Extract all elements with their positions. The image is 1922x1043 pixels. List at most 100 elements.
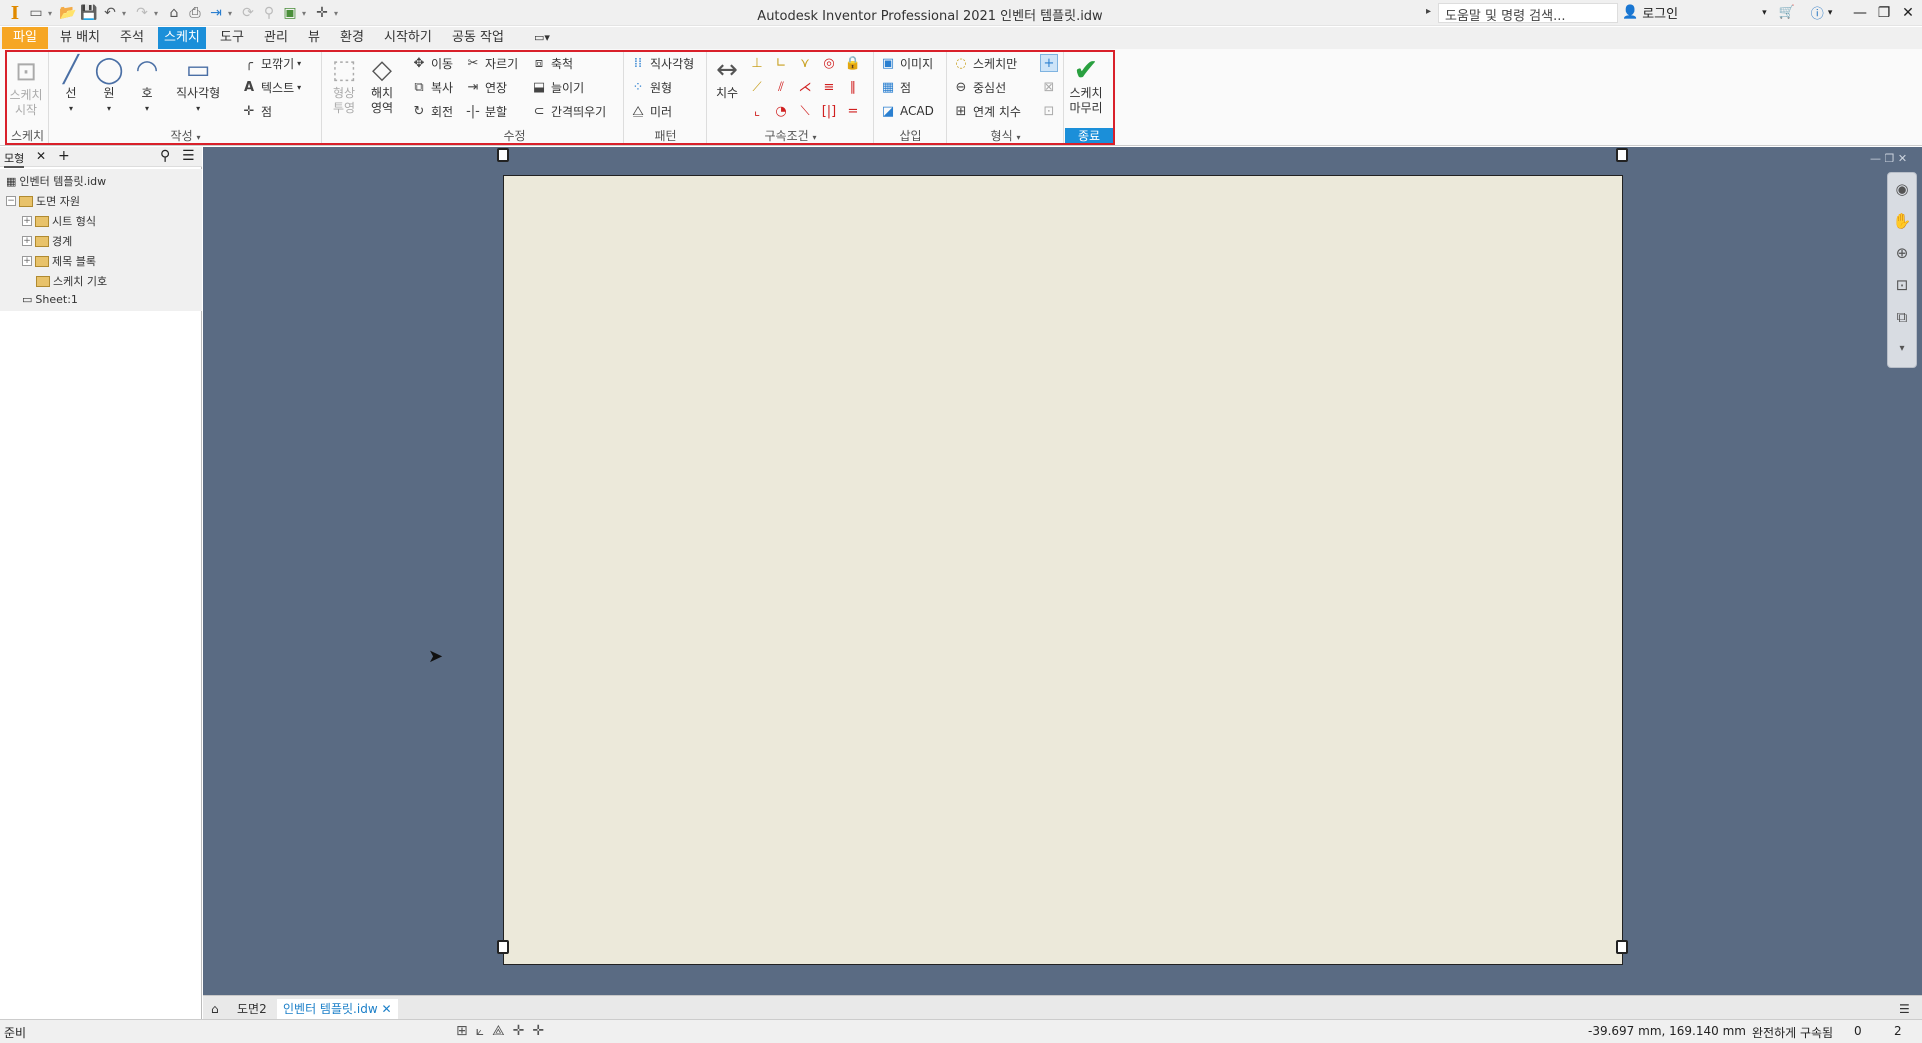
zoom-all-icon[interactable]: ⊡ bbox=[1888, 269, 1916, 301]
update-icon[interactable]: ⟳ bbox=[239, 4, 257, 22]
tab-get-started[interactable]: 시작하기 bbox=[378, 27, 438, 49]
tab-sketch[interactable]: 스케치 bbox=[158, 27, 206, 49]
help-dropdown-icon[interactable]: ▾ bbox=[1828, 8, 1833, 18]
appearance-icon[interactable]: ▣ bbox=[281, 4, 299, 22]
open-file-icon[interactable]: 📂 bbox=[59, 4, 77, 22]
return-icon[interactable]: ⇥ bbox=[207, 4, 225, 22]
tab-annotate[interactable]: 주석 bbox=[114, 27, 150, 49]
folder-icon bbox=[35, 235, 49, 247]
pan-icon[interactable]: ✋ bbox=[1888, 205, 1916, 237]
customize-dropdown-icon[interactable]: ▾ bbox=[334, 9, 342, 18]
new-dropdown-icon[interactable]: ▾ bbox=[48, 9, 56, 18]
viewport-minimize-icon[interactable]: — bbox=[1870, 152, 1881, 165]
tree-item-borders[interactable]: + 경계 bbox=[22, 233, 72, 249]
home-icon[interactable]: ⌂ bbox=[165, 4, 183, 22]
viewport-controls: — ❐ ✕ bbox=[1870, 152, 1907, 165]
appearance-dropdown-icon[interactable]: ▾ bbox=[302, 9, 310, 18]
viewport-close-icon[interactable]: ✕ bbox=[1898, 152, 1907, 165]
tree-item-label: 경계 bbox=[52, 235, 73, 248]
tree-item-sheet[interactable]: ▭ Sheet:1 bbox=[22, 293, 78, 306]
doc-tab-template[interactable]: 인벤터 템플릿.idw ✕ bbox=[277, 999, 398, 1019]
login-area[interactable]: 👤 로그인 ▾ 🛒 ⓘ ▾ bbox=[1622, 3, 1832, 22]
window-controls: — ❐ ✕ bbox=[1848, 2, 1920, 24]
home-tab-icon[interactable]: ⌂ bbox=[205, 999, 225, 1019]
tree-item-sheet-formats[interactable]: + 시트 형식 bbox=[22, 213, 96, 229]
tree-item-label: 도면 자원 bbox=[36, 195, 80, 208]
tree-item-drawing-resources[interactable]: − 도면 자원 bbox=[6, 193, 80, 209]
viewport-restore-icon[interactable]: ❐ bbox=[1885, 152, 1895, 165]
status-count-1: 0 bbox=[1854, 1024, 1862, 1038]
navigation-bar: ◉ ✋ ⊕ ⊡ ⧉ ▾ bbox=[1887, 172, 1917, 368]
redo-dropdown-icon[interactable]: ▾ bbox=[154, 9, 162, 18]
doc-tab-template-label: 인벤터 템플릿.idw bbox=[283, 1002, 378, 1016]
quick-access-toolbar: I ▭ ▾ 📂 💾 ↶ ▾ ↷ ▾ ⌂ ⎙ ⇥ ▾ ⟳ ⚲ ▣ ▾ ✛ ▾ bbox=[6, 3, 342, 24]
tree-root[interactable]: ▦ 인벤터 템플릿.idw bbox=[6, 173, 106, 189]
ribbon-display-toggle-icon[interactable]: ▭▾ bbox=[528, 27, 556, 49]
cart-icon[interactable]: 🛒 bbox=[1779, 5, 1795, 20]
tab-manage[interactable]: 관리 bbox=[258, 27, 294, 49]
tree-item-label: Sheet:1 bbox=[35, 293, 78, 306]
minimize-icon[interactable]: — bbox=[1848, 2, 1872, 24]
help-search-input[interactable]: 도움말 및 명령 검색... bbox=[1438, 3, 1618, 24]
tree-item-sketched-symbols[interactable]: 스케치 기호 bbox=[36, 273, 107, 289]
ribbon-tab-row: 파일 뷰 배치 주석 스케치 도구 관리 뷰 환경 시작하기 공동 작업 ▭▾ bbox=[0, 27, 1922, 49]
browser-add-icon[interactable]: + bbox=[58, 148, 70, 164]
status-constraint: 완전하게 구속됨 bbox=[1752, 1026, 1834, 1040]
browser-tab-model[interactable]: 모형 bbox=[4, 150, 25, 168]
collapse-icon[interactable]: − bbox=[6, 196, 16, 206]
restore-icon[interactable]: ❐ bbox=[1872, 2, 1896, 24]
tab-view-layout[interactable]: 뷰 배치 bbox=[54, 27, 106, 49]
tab-collaborate[interactable]: 공동 작업 bbox=[446, 27, 510, 49]
tree-item-title-blocks[interactable]: + 제목 블록 bbox=[22, 253, 96, 269]
expand-search-icon[interactable]: ▸ bbox=[1426, 6, 1431, 17]
undo-icon[interactable]: ↶ bbox=[101, 4, 119, 22]
browser-close-icon[interactable]: ✕ bbox=[36, 149, 46, 163]
sheet-icon: ▭ bbox=[22, 293, 33, 306]
expand-icon[interactable]: + bbox=[22, 236, 32, 246]
browser-menu-icon[interactable]: ☰ bbox=[182, 148, 195, 164]
doc-tabs-menu-icon[interactable]: ☰ bbox=[1893, 999, 1916, 1019]
doc-tab-close-icon[interactable]: ✕ bbox=[381, 1002, 391, 1016]
browser-search-icon[interactable]: ⚲ bbox=[160, 148, 170, 164]
doc-tab-drawing2[interactable]: 도면2 bbox=[231, 999, 273, 1019]
zoom-icon[interactable]: ⊕ bbox=[1888, 237, 1916, 269]
tab-environments[interactable]: 환경 bbox=[334, 27, 370, 49]
tab-tools[interactable]: 도구 bbox=[214, 27, 250, 49]
drawing-icon: ▦ bbox=[6, 174, 17, 188]
expand-icon[interactable]: + bbox=[22, 216, 32, 226]
close-icon[interactable]: ✕ bbox=[1896, 2, 1920, 24]
corner-lock-icon bbox=[497, 148, 509, 162]
navbar-options-icon[interactable]: ▾ bbox=[1888, 333, 1916, 365]
add-icon[interactable]: ✛ bbox=[313, 4, 331, 22]
tree-item-label: 제목 블록 bbox=[52, 255, 96, 268]
help-icon[interactable]: ⓘ bbox=[1811, 3, 1824, 22]
zoom-window-icon[interactable]: ⧉ bbox=[1888, 301, 1916, 333]
tab-view[interactable]: 뷰 bbox=[302, 27, 326, 49]
new-file-icon[interactable]: ▭ bbox=[27, 4, 45, 22]
status-bar: 준비 ⊞⟀⟁✛✛ -39.697 mm, 169.140 mm 완전하게 구속됨… bbox=[0, 1019, 1922, 1043]
save-icon[interactable]: 💾 bbox=[80, 4, 98, 22]
tree-item-label: 스케치 기호 bbox=[53, 275, 108, 288]
status-count-2: 2 bbox=[1894, 1024, 1902, 1038]
redo-icon[interactable]: ↷ bbox=[133, 4, 151, 22]
browser-header: 모형 ✕ + ⚲ ☰ bbox=[0, 147, 202, 168]
login-label: 로그인 bbox=[1642, 7, 1679, 22]
status-coordinates: -39.697 mm, 169.140 mm bbox=[1588, 1024, 1746, 1038]
steering-wheel-icon[interactable]: ◉ bbox=[1888, 173, 1916, 205]
folder-icon bbox=[35, 255, 49, 267]
tree-item-label: 시트 형식 bbox=[52, 215, 96, 228]
folder-icon bbox=[19, 195, 33, 207]
tab-file[interactable]: 파일 bbox=[2, 27, 48, 49]
status-toggle-icons[interactable]: ⊞⟀⟁✛✛ bbox=[456, 1023, 552, 1039]
login-dropdown-icon[interactable]: ▾ bbox=[1762, 8, 1767, 18]
select-icon[interactable]: ⚲ bbox=[260, 4, 278, 22]
undo-dropdown-icon[interactable]: ▾ bbox=[122, 9, 130, 18]
window-title: Autodesk Inventor Professional 2021 인벤터 … bbox=[757, 9, 1103, 24]
expand-icon[interactable]: + bbox=[22, 256, 32, 266]
return-dropdown-icon[interactable]: ▾ bbox=[228, 9, 236, 18]
print-icon[interactable]: ⎙ bbox=[186, 4, 204, 22]
inventor-logo-icon[interactable]: I bbox=[6, 3, 24, 24]
drawing-sheet[interactable] bbox=[503, 175, 1623, 965]
status-ready: 준비 bbox=[4, 1026, 27, 1040]
folder-icon bbox=[35, 215, 49, 227]
